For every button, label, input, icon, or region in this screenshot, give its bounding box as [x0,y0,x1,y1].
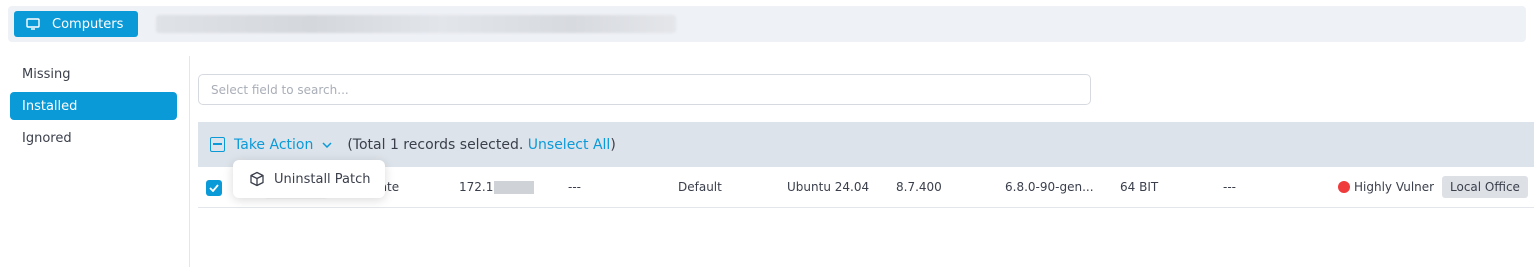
check-icon [209,184,219,192]
deselect-checkbox[interactable] [210,137,225,152]
vulnerability-cell: Highly Vulnerable [1338,180,1434,194]
package-icon [249,171,265,187]
sidebar-item-label: Installed [22,98,78,114]
sidebar-item-ignored[interactable]: Ignored [10,124,177,152]
vulnerability-label: Highly Vulnerable [1354,180,1434,194]
redacted-breadcrumb [156,15,676,33]
take-action-button[interactable]: Take Action [234,137,347,153]
group-cell: Default [678,180,722,194]
sidebar-item-label: Missing [22,66,71,82]
uninstall-patch-menu-item[interactable]: Uninstall Patch [274,172,371,187]
computers-label: Computers [52,16,124,32]
os-cell: Ubuntu 24.04 [787,180,870,194]
selection-suffix: ) [610,136,616,153]
redacted-ip [494,181,535,194]
monitor-icon [26,18,40,30]
top-bar: Computers [8,6,1526,42]
chevron-down-icon [322,141,332,148]
kernel-cell: 6.8.0-90-gen... [1005,180,1094,194]
computers-button[interactable]: Computers [14,11,138,37]
arch-cell: 64 BIT [1120,180,1159,194]
ip-text: 172.1 [459,180,494,194]
take-action-dropdown: Uninstall Patch [233,160,385,198]
agent-version-cell: 8.7.400 [896,180,942,194]
sidebar-item-installed[interactable]: Installed [10,92,177,120]
sidebar: Missing Installed Ignored [0,56,190,267]
take-action-label: Take Action [234,136,314,153]
placeholder-cell: --- [1223,180,1236,194]
search-input[interactable] [198,74,1091,105]
sidebar-item-missing[interactable]: Missing [10,60,177,88]
sidebar-item-label: Ignored [22,130,72,146]
selection-info: (Total 1 records selected. Unselect All) [347,137,615,153]
ip-cell: 172.1 [459,180,535,194]
selection-prefix: (Total 1 records selected. [347,136,524,153]
row-checkbox[interactable] [206,180,222,196]
unselect-all-link[interactable]: Unselect All [528,137,611,153]
placeholder-cell: --- [568,180,581,194]
bulk-action-bar: Take Action (Total 1 records selected. U… [198,122,1534,167]
location-badge: Local Office [1442,176,1528,198]
status-dot-icon [1338,181,1350,193]
table-row[interactable]: mate 172.1 --- Default Ubuntu 24.04 8.7.… [198,167,1534,208]
